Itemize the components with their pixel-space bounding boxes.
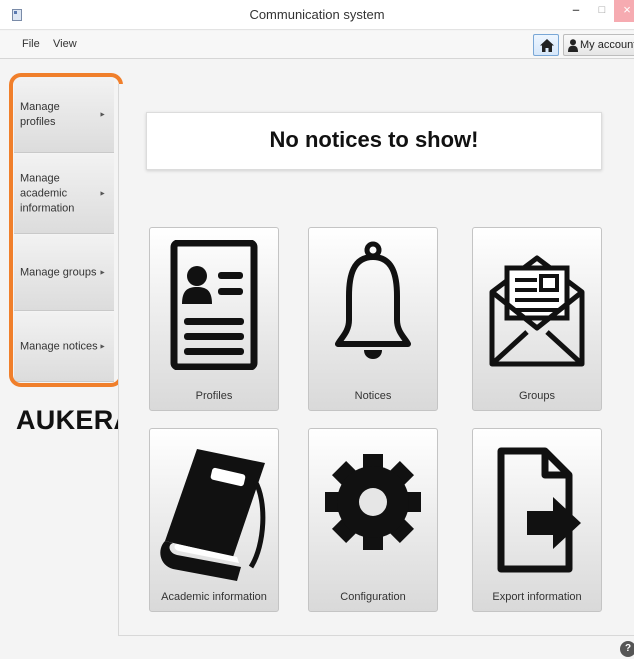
sidebar-item-label: Manage academic information [20, 172, 75, 214]
my-account-label: My account [580, 39, 634, 51]
home-icon [540, 39, 554, 52]
maximize-button[interactable]: □ [592, 0, 612, 22]
tile-export-information[interactable]: Export information [472, 428, 602, 612]
book-icon [160, 449, 266, 581]
window-title: Communication system [249, 7, 385, 22]
sidebar-item-manage-groups[interactable]: Manage groups ► [14, 235, 114, 311]
help-icon[interactable]: ? [620, 641, 634, 657]
sidebar-item-manage-academic-information[interactable]: Manage academic information ► [14, 154, 114, 234]
envelope-icon [489, 255, 585, 367]
app-window: Communication system – □ × File View My … [0, 0, 634, 659]
tile-notices[interactable]: Notices [308, 227, 438, 411]
submenu-arrow-icon: ► [99, 343, 106, 350]
sidebar: Manage profiles ► Manage academic inform… [14, 77, 116, 383]
submenu-arrow-icon: ► [99, 269, 106, 276]
minimize-button[interactable]: – [566, 0, 586, 22]
menu-view[interactable]: View [53, 38, 77, 50]
sidebar-item-label: Manage notices [20, 340, 98, 352]
tile-label: Academic information [161, 591, 267, 603]
sidebar-item-manage-notices[interactable]: Manage notices ► [14, 312, 114, 382]
notice-message: No notices to show! [269, 127, 479, 152]
tile-label: Groups [518, 390, 556, 402]
sidebar-item-label: Manage profiles [20, 100, 60, 128]
sidebar-item-manage-profiles[interactable]: Manage profiles ► [14, 77, 114, 153]
tile-label: Profiles [195, 390, 233, 402]
submenu-arrow-icon: ► [99, 111, 106, 118]
tile-profiles[interactable]: Profiles [149, 227, 279, 411]
menu-bar: File View My account [0, 31, 634, 59]
sidebar-item-label: Manage groups [20, 266, 97, 278]
profile-card-icon [170, 240, 258, 370]
tile-groups[interactable]: Groups [472, 227, 602, 411]
title-bar: Communication system – □ × [0, 0, 634, 30]
home-button[interactable] [533, 34, 559, 56]
user-icon [568, 39, 578, 52]
tile-configuration[interactable]: Configuration [308, 428, 438, 612]
gear-icon [325, 454, 421, 550]
export-file-icon [497, 447, 581, 573]
tile-label: Export information [492, 591, 582, 603]
tile-label: Configuration [340, 591, 406, 603]
menu-file[interactable]: File [22, 38, 40, 50]
bell-icon [335, 241, 411, 359]
submenu-arrow-icon: ► [99, 190, 106, 197]
my-account-button[interactable]: My account [563, 34, 634, 56]
close-button[interactable]: × [614, 0, 634, 22]
tile-academic-information[interactable]: Academic information [149, 428, 279, 612]
notice-panel: No notices to show! [146, 112, 602, 170]
tile-label: Notices [354, 390, 392, 402]
